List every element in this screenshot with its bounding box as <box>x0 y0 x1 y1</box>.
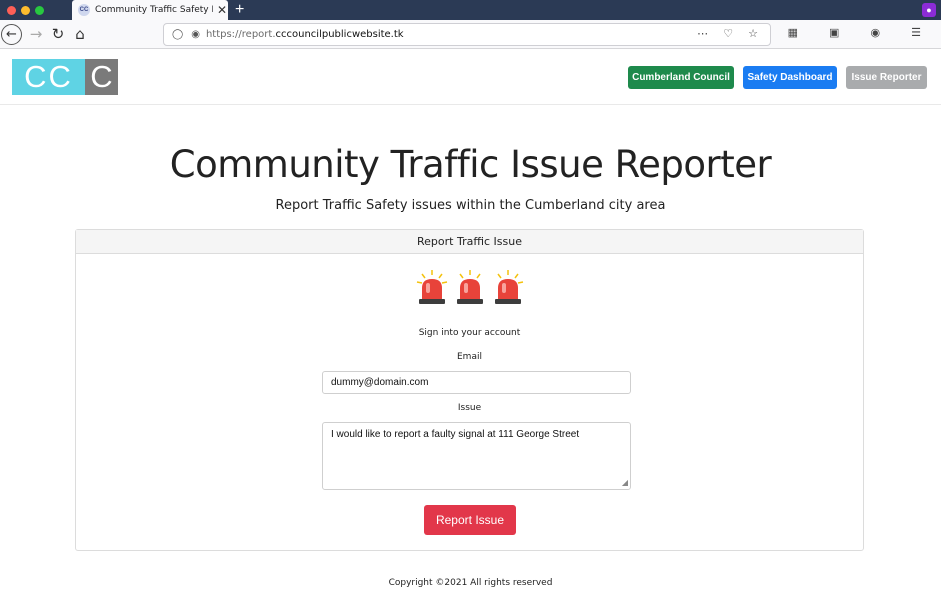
tab-title: Community Traffic Safety Dashb <box>95 5 213 15</box>
report-issue-button[interactable]: Report Issue <box>424 505 516 535</box>
private-browsing-icon: ● <box>922 3 936 17</box>
issue-label: Issue <box>457 403 482 413</box>
card-header: Report Traffic Issue <box>76 230 863 254</box>
resize-handle-icon[interactable]: ◢ <box>622 478 628 487</box>
page-actions-icon[interactable]: ⋯ ♡ ☆ <box>697 27 764 40</box>
browser-toolbar: ← → ↻ ⌂ ◯ ◉ https://report.cccouncilpubl… <box>0 20 941 49</box>
page-subtitle: Report Traffic Safety issues within the … <box>275 198 666 213</box>
logo-left-text: CC <box>12 59 85 95</box>
window-close-button[interactable] <box>7 6 16 15</box>
issue-text: I would like to report a faulty signal a… <box>331 429 580 440</box>
window-maximize-button[interactable] <box>35 6 44 15</box>
url-prefix: https://report. <box>205 29 276 40</box>
forward-icon[interactable]: → <box>26 24 46 44</box>
new-tab-icon[interactable]: + <box>235 1 244 19</box>
browser-tab-bar: CC Community Traffic Safety Dashb ✕ + ● <box>0 0 941 20</box>
siren-icon <box>416 270 524 304</box>
site-header: CC C Cumberland Council Safety Dashboard… <box>0 50 941 105</box>
tab-close-icon[interactable]: ✕ <box>217 4 227 16</box>
page-title: Community Traffic Issue Reporter <box>169 143 772 186</box>
tab-favicon-icon: CC <box>78 4 90 16</box>
email-field[interactable]: dummy@domain.com <box>322 371 631 394</box>
url-domain: cccouncilpublicwebsite.tk <box>275 29 404 40</box>
home-icon[interactable]: ⌂ <box>70 24 90 44</box>
logo-right-text: C <box>85 59 118 95</box>
footer-copyright: Copyright ©2021 All rights reserved <box>388 578 553 588</box>
ccc-logo[interactable]: CC C <box>12 59 118 95</box>
issue-reporter-button[interactable]: Issue Reporter <box>846 66 927 89</box>
reload-icon[interactable]: ↻ <box>48 24 68 44</box>
lock-icon[interactable]: ◉ <box>191 29 200 40</box>
report-card: Report Traffic Issue Sign into your acco… <box>75 229 864 551</box>
tracking-shield-icon[interactable]: ◯ <box>172 29 183 40</box>
url-text: https://report.cccouncilpublicwebsite.tk <box>206 29 404 40</box>
signin-text: Sign into your account <box>418 328 521 338</box>
cumberland-council-button[interactable]: Cumberland Council <box>628 66 734 89</box>
address-bar[interactable]: ◯ ◉ https://report.cccouncilpublicwebsit… <box>163 23 771 46</box>
toolbar-menu-icons[interactable]: ▦ ▣ ◉ ☰ <box>788 26 935 39</box>
safety-dashboard-button[interactable]: Safety Dashboard <box>743 66 837 89</box>
email-label: Email <box>457 352 482 362</box>
window-minimize-button[interactable] <box>21 6 30 15</box>
issue-textarea[interactable]: I would like to report a faulty signal a… <box>322 422 631 490</box>
back-icon[interactable]: ← <box>1 24 22 45</box>
browser-tab[interactable]: CC Community Traffic Safety Dashb ✕ <box>72 0 228 20</box>
